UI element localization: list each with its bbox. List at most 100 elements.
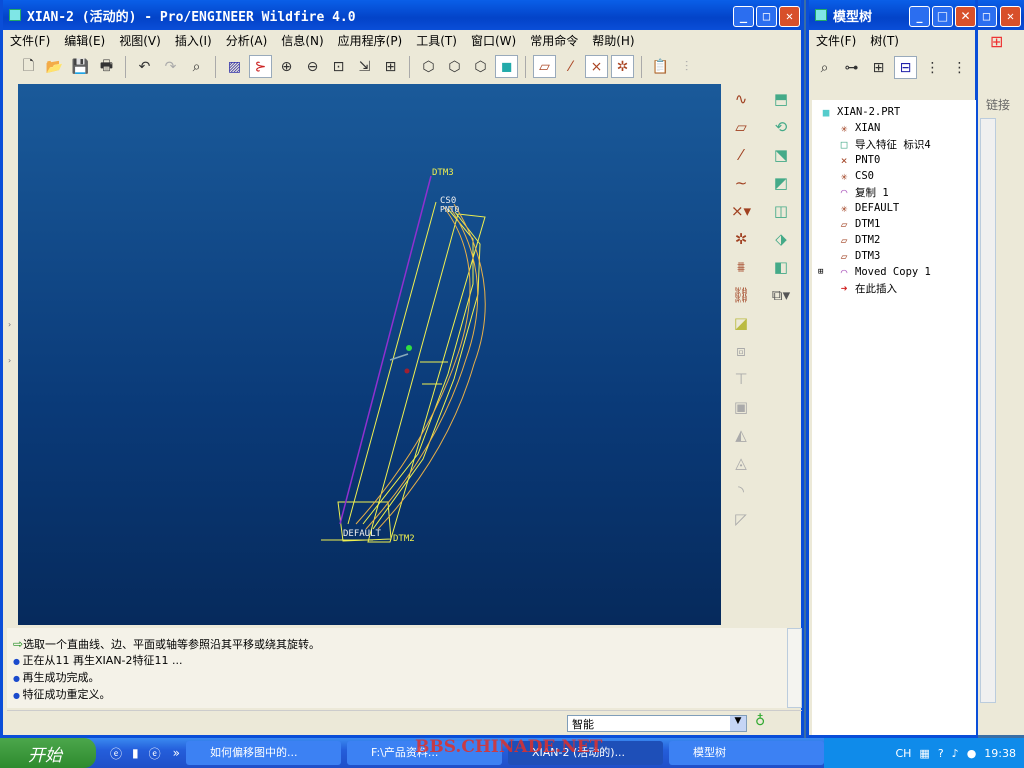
open-icon[interactable]: 📂	[43, 55, 66, 78]
note-icon[interactable]: ◪	[721, 314, 761, 336]
quicklaunch-icon[interactable]: ⓔ	[149, 745, 161, 762]
shell-icon[interactable]: ▣	[721, 398, 761, 420]
minimize-button[interactable]: _	[733, 6, 754, 27]
menu-common[interactable]: 常用命令	[523, 32, 585, 49]
ie-icon[interactable]: ⓔ	[110, 745, 122, 762]
datum-plane-icon[interactable]: ▱	[721, 118, 761, 140]
redo-icon[interactable]: ↷	[159, 55, 182, 78]
maximize-button[interactable]: □	[932, 6, 953, 27]
show-icon[interactable]: ⊟	[894, 56, 917, 79]
tree-columns-icon[interactable]: ⊞	[867, 56, 890, 79]
draft-icon[interactable]: ◬	[721, 454, 761, 476]
tree-scrollbar[interactable]	[977, 100, 978, 101]
no-hidden-icon[interactable]: ⬡	[469, 55, 492, 78]
tree-item[interactable]: ■ XIAN-2.PRT	[812, 104, 976, 120]
extrude-icon[interactable]: ⬒	[761, 90, 801, 112]
menu-analysis[interactable]: 分析(A)	[219, 32, 275, 49]
expand-icon[interactable]: ⊞	[818, 267, 823, 277]
datum-axis-icon[interactable]: ⁄	[721, 146, 761, 168]
zoom-in-icon[interactable]: ⊕	[275, 55, 298, 78]
tree-item[interactable]: ◠ 复制 1	[812, 184, 976, 200]
menu-file[interactable]: 文件(F)	[3, 32, 57, 49]
qq-icon[interactable]: ●	[967, 747, 977, 760]
tree-item[interactable]: □ 导入特征 标识4	[812, 136, 976, 152]
tree-filter-icon[interactable]: ⊶	[840, 56, 863, 79]
volume-icon[interactable]: ♪	[952, 747, 959, 760]
datum-axes-toggle-icon[interactable]: ⁄	[559, 55, 582, 78]
menu-view[interactable]: 视图(V)	[112, 32, 168, 49]
analysis-datum-icon[interactable]: ⩩	[721, 258, 761, 280]
chamfer-icon[interactable]: ◸	[721, 510, 761, 532]
shading-icon[interactable]: ◼	[495, 55, 518, 78]
csys-icon[interactable]: ✲	[721, 230, 761, 252]
variable-sweep-icon[interactable]: ⬗	[761, 230, 801, 252]
menu-insert[interactable]: 插入(I)	[168, 32, 219, 49]
revolve-icon[interactable]: ⟲	[761, 118, 801, 140]
rib-icon[interactable]: ◭	[721, 426, 761, 448]
menu-edit[interactable]: 编辑(E)	[57, 32, 112, 49]
tree-item[interactable]: ✳ DEFAULT	[812, 200, 976, 216]
tree-item[interactable]: ▱ DTM3	[812, 248, 976, 264]
find-icon[interactable]: ⌕	[813, 56, 836, 79]
spin-center-icon[interactable]: ⊱	[249, 55, 272, 78]
copy-feature-icon[interactable]: ⧉▾	[761, 286, 801, 308]
blend-icon[interactable]: ◩	[761, 174, 801, 196]
scrollbar[interactable]	[980, 118, 996, 703]
sketch-icon[interactable]: ∿	[721, 90, 761, 112]
menu-applications[interactable]: 应用程序(P)	[331, 32, 410, 49]
refit-icon[interactable]: ⊡	[327, 55, 350, 78]
ime-icon[interactable]: ▦	[919, 747, 929, 760]
datum-point-icon[interactable]: ⨯▾	[721, 202, 761, 224]
quicklaunch-icon[interactable]: ▮	[132, 746, 139, 760]
undo-icon[interactable]: ↶	[133, 55, 156, 78]
print-icon[interactable]: 🖶	[95, 55, 118, 78]
sash-handle[interactable]: › ›	[8, 320, 11, 365]
csys-toggle-icon[interactable]: ✲	[611, 55, 634, 78]
round-icon[interactable]: ◝	[721, 482, 761, 504]
save-icon[interactable]: 💾	[69, 55, 92, 78]
menu-window[interactable]: 窗口(W)	[464, 32, 523, 49]
datum-planes-toggle-icon[interactable]: ▱	[533, 55, 556, 78]
hidden-line-icon[interactable]: ⬡	[443, 55, 466, 78]
graphics-viewport[interactable]: DTM3 CS0 PNT0 DEFAULT DTM2	[18, 84, 721, 625]
new-icon[interactable]: 🗋	[17, 55, 40, 78]
collapse-icon[interactable]: ⋮	[948, 56, 971, 79]
expand-icon[interactable]: ⋮	[921, 56, 944, 79]
language-indicator[interactable]: CH	[895, 747, 911, 760]
wireframe-icon[interactable]: ⬡	[417, 55, 440, 78]
mirror-icon[interactable]: ⫶	[675, 55, 698, 78]
layer-icon[interactable]: ⧈	[721, 342, 761, 364]
repaint-icon[interactable]: ▨	[223, 55, 246, 78]
maximize-button[interactable]: □	[756, 6, 777, 27]
minimize-button[interactable]: _	[909, 6, 930, 27]
close-button[interactable]: ✕	[955, 6, 976, 27]
sweep-icon[interactable]: ⬔	[761, 146, 801, 168]
close-button[interactable]: ✕	[779, 6, 800, 27]
boundary-icon[interactable]: ◫	[761, 202, 801, 224]
zoom-out-icon[interactable]: ⊖	[301, 55, 324, 78]
tab-links[interactable]: 链接	[986, 96, 1010, 113]
message-scrollbar[interactable]	[787, 628, 802, 708]
menu-help[interactable]: 帮助(H)	[585, 32, 641, 49]
task-browser[interactable]: 如何偏移图中的...	[185, 741, 341, 765]
tree-item[interactable]: ⊞ ◠ Moved Copy 1	[812, 264, 976, 280]
tree-item[interactable]: ✳ XIAN	[812, 120, 976, 136]
chain-icon[interactable]: ⛓	[721, 286, 761, 308]
menu-tools[interactable]: 工具(T)	[409, 32, 464, 49]
copy-paste-icon[interactable]: 📋	[649, 55, 672, 78]
help-icon[interactable]: ?	[938, 747, 944, 760]
tree-item[interactable]: ▱ DTM1	[812, 216, 976, 232]
tree-menu-file[interactable]: 文件(F)	[809, 32, 863, 49]
tree-menu-tree[interactable]: 树(T)	[863, 32, 906, 49]
datum-points-toggle-icon[interactable]: ⨯	[585, 55, 608, 78]
datum-curve-icon[interactable]: ∼	[721, 174, 761, 196]
task-model-tree[interactable]: 模型树	[668, 741, 824, 765]
start-button[interactable]: 开始	[0, 738, 96, 768]
tree-item[interactable]: × PNT0	[812, 152, 976, 168]
menu-info[interactable]: 信息(N)	[274, 32, 330, 49]
tree-item[interactable]: ➜ 在此插入	[812, 280, 976, 296]
selection-filter-select[interactable]: 智能 ▼	[567, 715, 747, 732]
style-icon[interactable]: ◧	[761, 258, 801, 280]
saved-views-icon[interactable]: ⊞	[379, 55, 402, 78]
reorient-icon[interactable]: ⇲	[353, 55, 376, 78]
